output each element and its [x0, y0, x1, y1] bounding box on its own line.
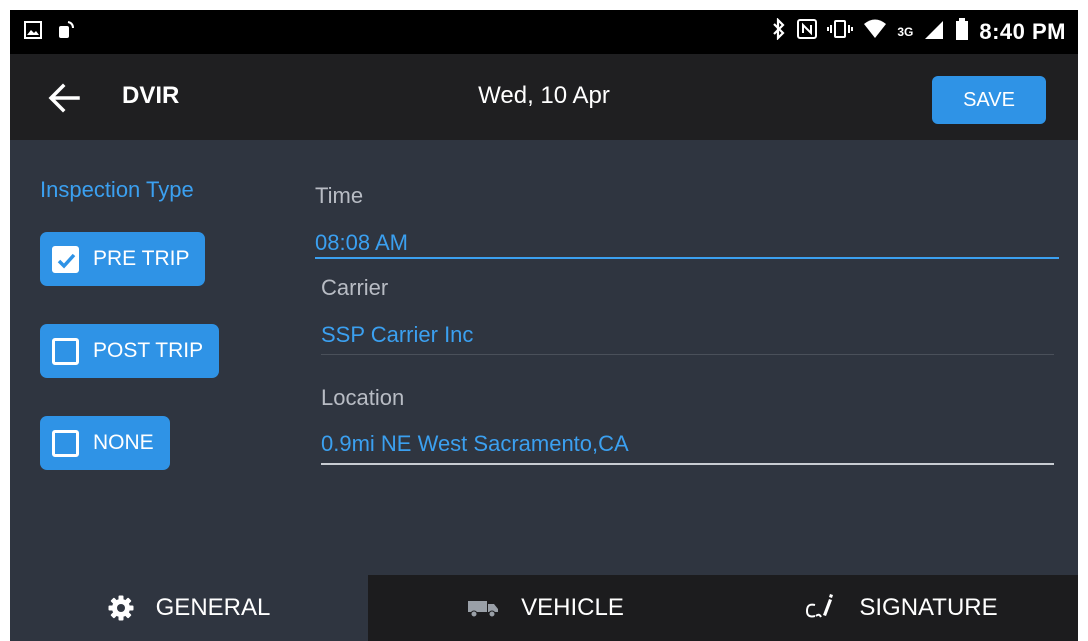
app-bar: DVIR Wed, 10 Apr SAVE: [10, 54, 1078, 140]
nfc-icon: [797, 19, 818, 45]
time-label: Time: [315, 183, 364, 208]
bottom-tab-bar: GENERAL VEHICLE SIGNATURE: [10, 575, 1078, 641]
inspection-type-heading: Inspection Type: [40, 177, 194, 202]
date-label: Wed, 10 Apr: [478, 82, 610, 109]
location-field[interactable]: 0.9mi NE West Sacramento,CA: [321, 431, 629, 457]
time-field-underline: [315, 257, 1059, 259]
status-time: 8:40 PM: [979, 19, 1066, 44]
status-bar: 3G 8:40 PM: [10, 10, 1078, 54]
carrier-field[interactable]: SSP Carrier Inc: [321, 322, 473, 348]
tab-general-label: GENERAL: [155, 594, 271, 621]
tab-general[interactable]: GENERAL: [10, 575, 368, 641]
app-screen: 3G 8:40 PM DVIR Wed, 10 Apr SAVE Inspect…: [10, 10, 1078, 641]
location-field-underline: [321, 463, 1054, 465]
battery-icon: [955, 18, 969, 46]
tab-signature[interactable]: SIGNATURE: [723, 575, 1078, 641]
pre-trip-checkbox[interactable]: PRE TRIP: [40, 232, 206, 286]
none-checkbox[interactable]: NONE: [40, 416, 170, 470]
tab-vehicle[interactable]: VEHICLE: [368, 575, 723, 641]
checked-icon: [52, 245, 79, 273]
time-field[interactable]: 08:08 AM: [315, 230, 408, 256]
vibrate-icon: [827, 19, 854, 45]
location-label: Location: [321, 385, 405, 410]
post-trip-label: POST TRIP: [93, 339, 204, 362]
tab-vehicle-label: VEHICLE: [521, 594, 624, 621]
post-trip-checkbox[interactable]: POST TRIP: [40, 324, 220, 378]
tab-signature-label: SIGNATURE: [859, 594, 998, 621]
image-notification-icon: [24, 21, 42, 44]
gear-icon: [108, 595, 134, 621]
network-type-label: 3G: [897, 25, 914, 39]
cell-signal-icon: [923, 18, 945, 46]
save-button[interactable]: SAVE: [932, 76, 1046, 124]
cast-notification-icon: [56, 20, 76, 45]
carrier-field-underline: [321, 354, 1054, 355]
bluetooth-icon: [771, 17, 787, 46]
signature-icon: [803, 593, 837, 623]
none-label: NONE: [93, 431, 154, 454]
truck-icon: [467, 598, 499, 618]
carrier-label: Carrier: [321, 275, 389, 300]
unchecked-icon: [52, 337, 79, 365]
wifi-icon: [863, 19, 887, 45]
unchecked-icon: [52, 429, 79, 457]
pre-trip-label: PRE TRIP: [93, 247, 190, 270]
